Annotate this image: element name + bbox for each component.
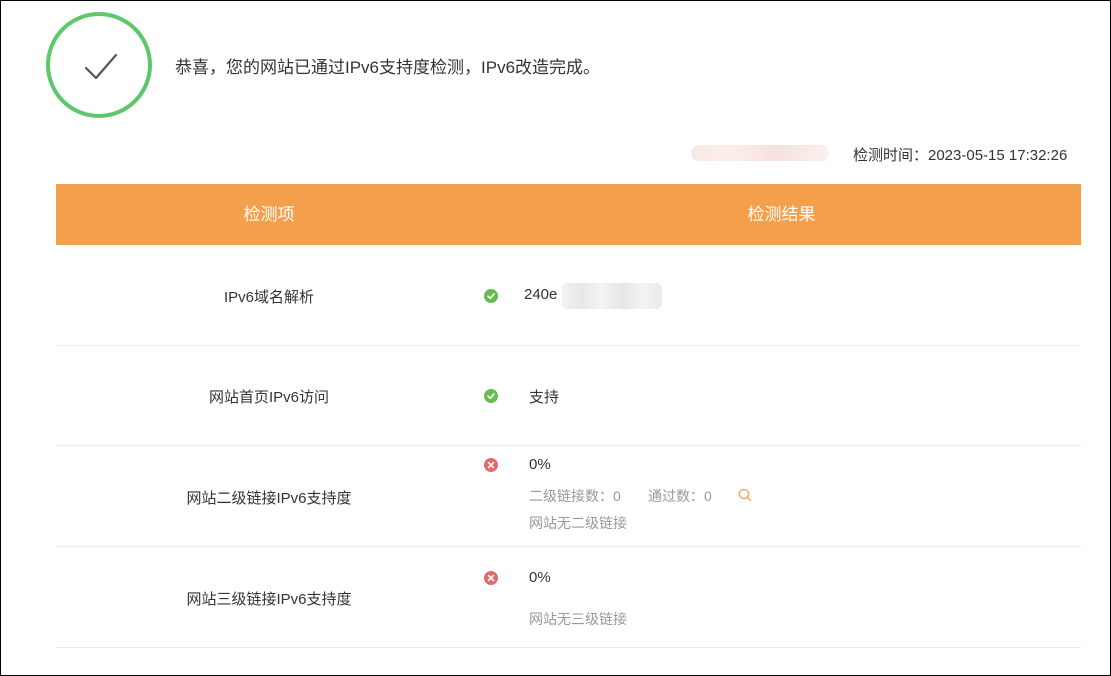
row-name: 网站二级链接IPv6支持度	[186, 490, 352, 507]
success-message: 恭喜，您的网站已通过IPv6支持度检测，IPv6改造完成。	[175, 58, 601, 77]
redacted-site-name	[691, 145, 829, 161]
pass-count: 通过数：0	[648, 488, 712, 504]
row-name: 网站首页IPv6访问	[208, 389, 329, 406]
close-circle-icon	[484, 458, 498, 472]
table-row: IPv6域名解析 240e	[56, 245, 1081, 346]
header-check-result: 检测结果	[747, 205, 816, 224]
row-note: 网站无三级链接	[529, 611, 627, 627]
redacted-ip	[562, 283, 662, 309]
search-icon[interactable]	[737, 487, 753, 503]
check-circle-icon	[484, 389, 498, 403]
success-check-icon	[46, 12, 152, 118]
row-name: 网站三级链接IPv6支持度	[186, 591, 352, 608]
row-result: 0%	[529, 569, 551, 586]
link-count: 二级链接数：0	[529, 488, 621, 504]
table-row: 网站三级链接IPv6支持度 0% 网站无三级链接	[56, 547, 1081, 648]
table-row: 网站二级链接IPv6支持度 0% 二级链接数：0 通过数：0 网站无二级链接	[56, 446, 1081, 547]
check-circle-icon	[484, 289, 498, 303]
row-result: 240e	[524, 286, 558, 303]
row-name: IPv6域名解析	[223, 289, 314, 306]
header-check-item: 检测项	[243, 205, 295, 224]
close-circle-icon	[484, 571, 498, 585]
result-panel: 恭喜，您的网站已通过IPv6支持度检测，IPv6改造完成。 检测时间：2023-…	[0, 0, 1111, 676]
row-result: 0%	[529, 456, 551, 473]
row-result: 支持	[529, 389, 560, 406]
check-time: 检测时间：2023-05-15 17:32:26	[853, 147, 1068, 164]
table-row: 网站首页IPv6访问 支持	[56, 346, 1081, 446]
row-note: 网站无二级链接	[529, 515, 627, 531]
table-header: 检测项 检测结果	[56, 184, 1081, 245]
result-table: 检测项 检测结果 IPv6域名解析 240e 网站首页IPv6访问 支持 网站二…	[56, 184, 1081, 648]
